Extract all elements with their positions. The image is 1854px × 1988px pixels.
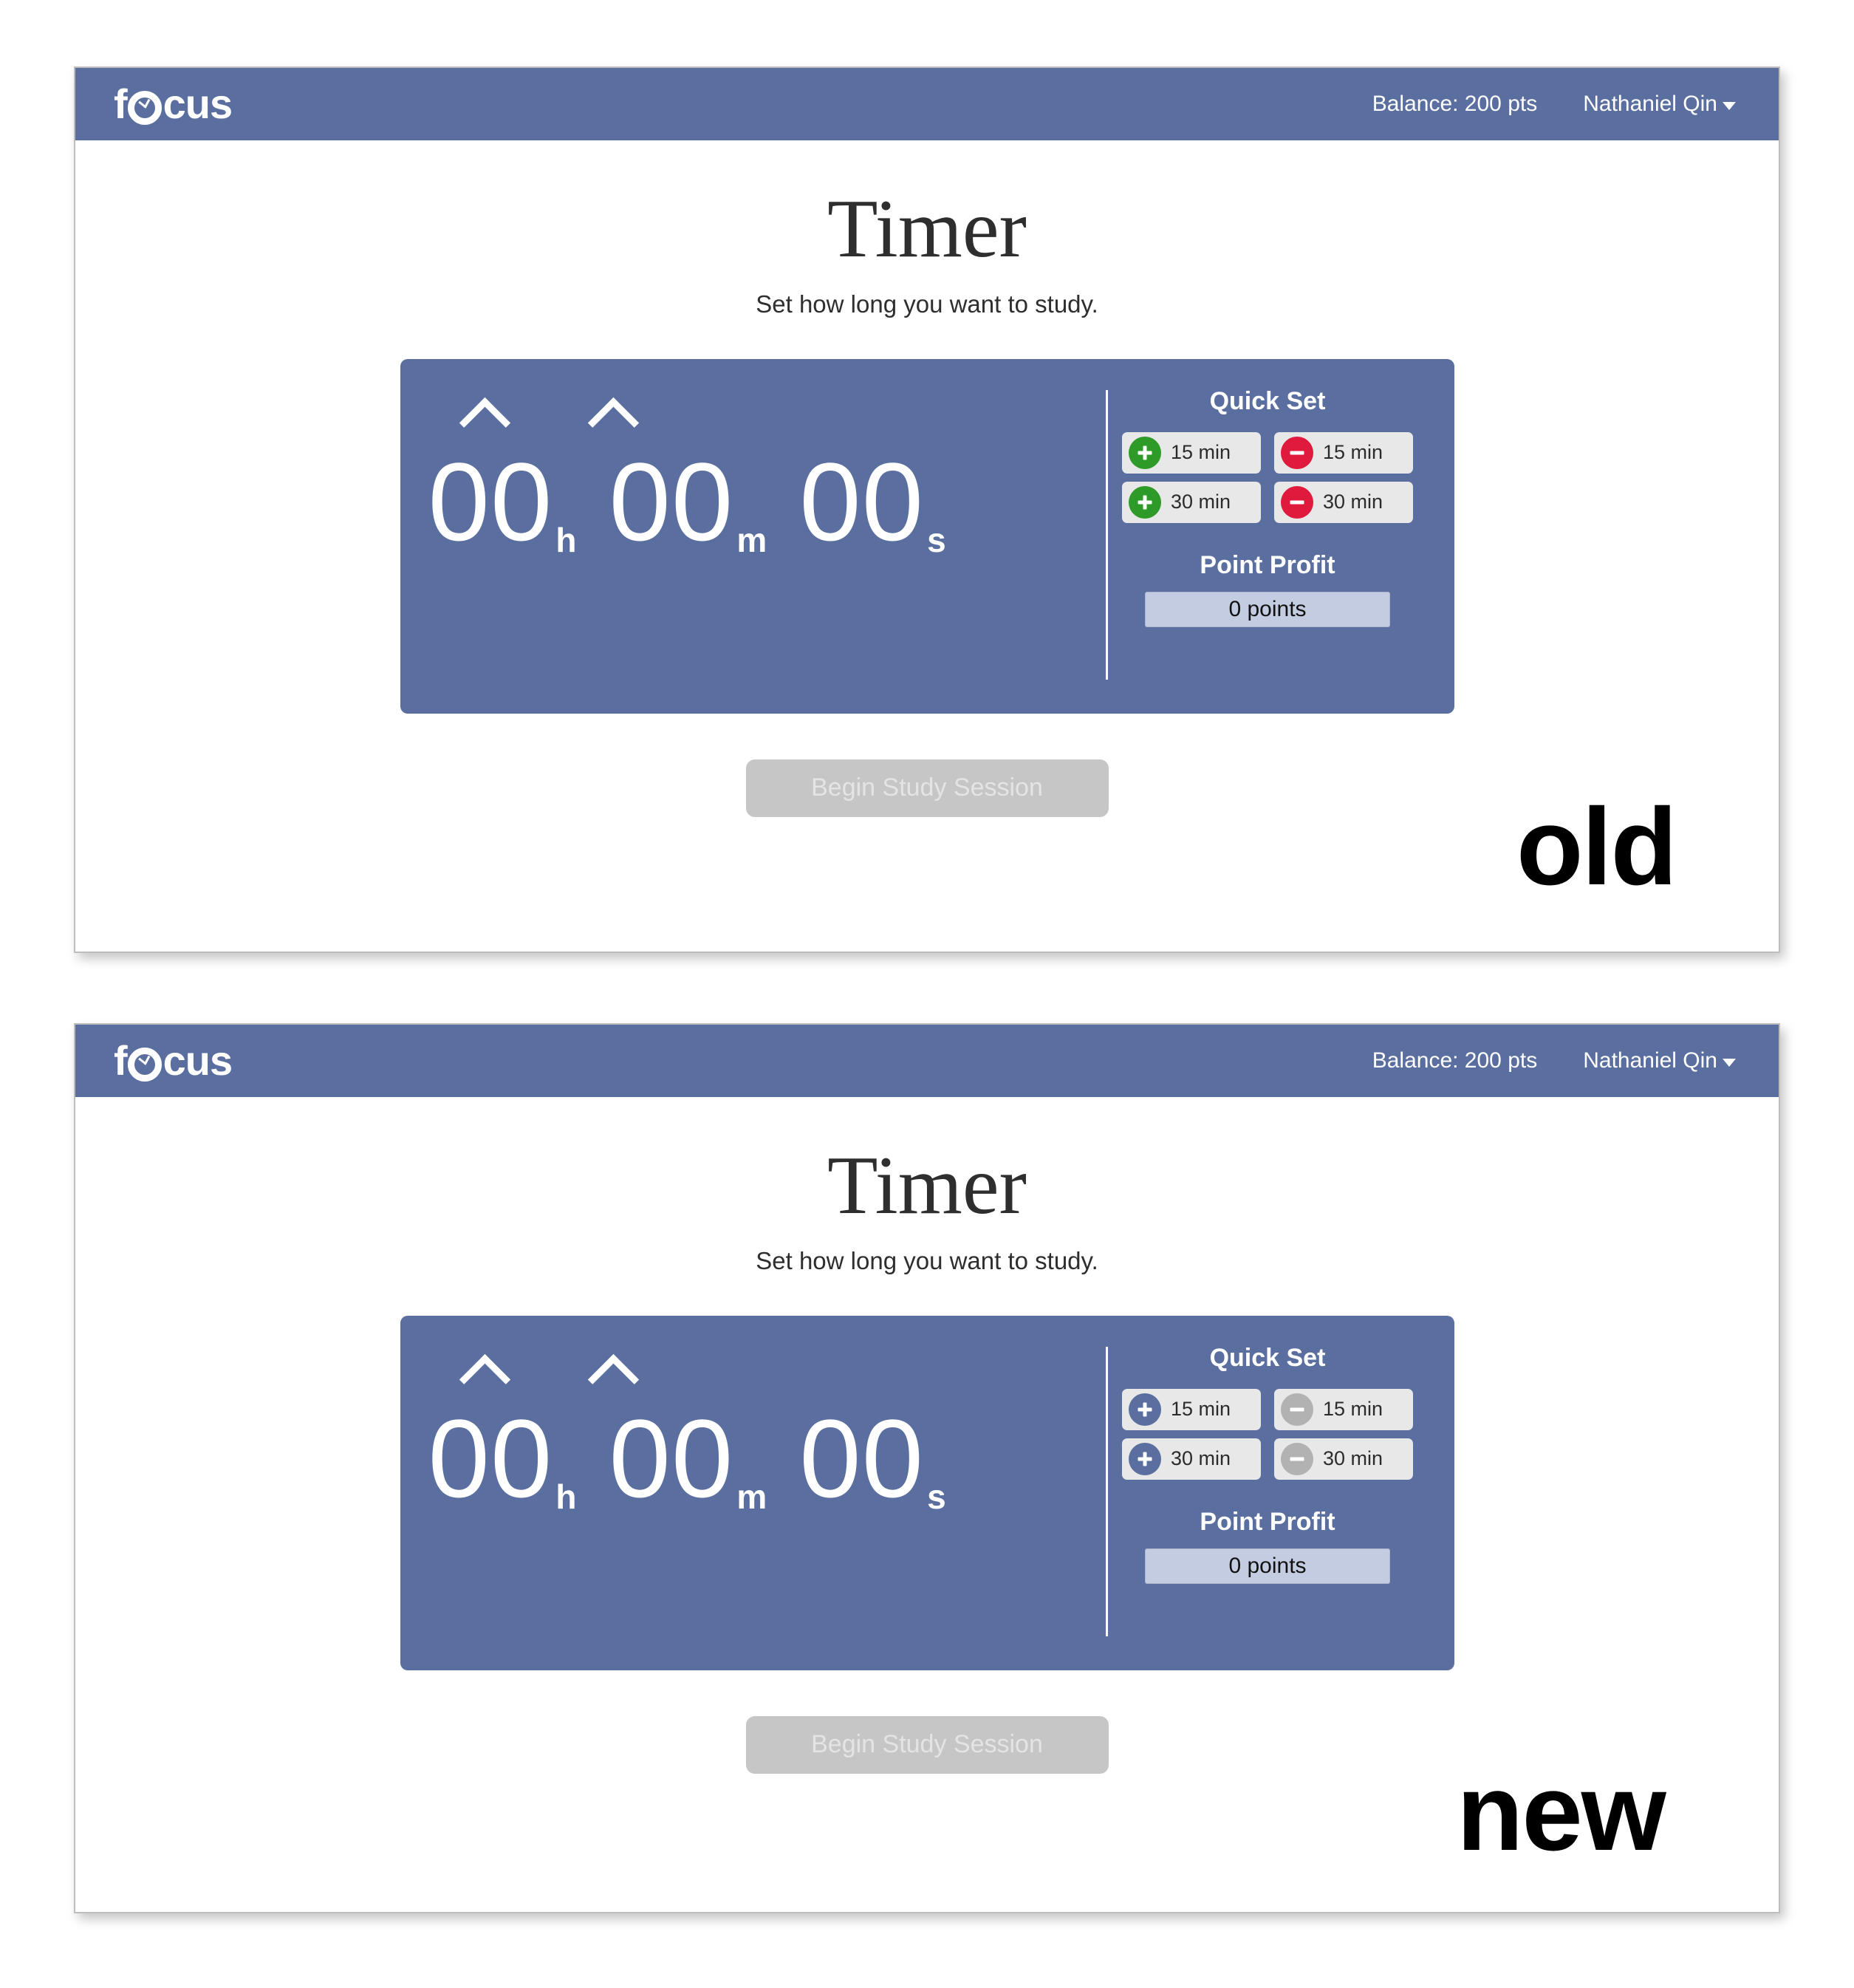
plus-icon	[1129, 1442, 1161, 1475]
minus-icon	[1281, 1393, 1313, 1426]
balance-label: Balance: 200 pts	[1372, 1048, 1538, 1073]
increment-chevrons	[400, 394, 1106, 439]
page-subtitle: Set how long you want to study.	[756, 1246, 1098, 1274]
quick-set-add-30-button[interactable]: 30 min	[1122, 481, 1261, 523]
new-version-label: new	[1457, 1752, 1666, 1873]
quick-set-grid: 15 min 15 min 30 min 30 min	[1122, 1388, 1413, 1480]
point-profit-value: 0 points	[1145, 591, 1390, 627]
seconds-segment[interactable]: 00 s	[799, 1403, 945, 1514]
plus-icon	[1129, 485, 1161, 519]
comparison-stage: f cus Balance: 200 pts Nathaniel Qin Tim…	[0, 0, 1854, 1988]
logo-letters-cus: cus	[163, 81, 233, 127]
minus-icon	[1281, 1442, 1313, 1475]
user-name: Nathaniel Qin	[1583, 1048, 1717, 1073]
timer-card: 00 h 00 m 00 s Quick Set 15 min 15 min 3…	[400, 1315, 1454, 1670]
quick-set-label: 30 min	[1323, 491, 1383, 513]
minutes-segment[interactable]: 00 m	[609, 446, 767, 557]
quick-set-add-30-button[interactable]: 30 min	[1122, 1438, 1261, 1480]
minutes-value: 00	[609, 1396, 734, 1520]
begin-study-session-button[interactable]: Begin Study Session	[745, 1715, 1109, 1774]
plus-icon	[1129, 436, 1161, 469]
focus-logo[interactable]: f cus	[114, 81, 233, 127]
quick-set-label: 30 min	[1323, 1447, 1383, 1470]
time-digits: 00 h 00 m 00 s	[428, 446, 946, 557]
begin-study-session-button[interactable]: Begin Study Session	[745, 759, 1109, 817]
hours-segment[interactable]: 00 h	[428, 446, 577, 557]
logo-letter-f: f	[114, 1037, 128, 1084]
minutes-increment-chevron-up-icon[interactable]	[588, 1351, 635, 1385]
minutes-segment[interactable]: 00 m	[609, 1403, 767, 1514]
logo-letter-f: f	[114, 81, 128, 127]
chevron-down-icon	[1723, 1059, 1736, 1067]
balance-label: Balance: 200 pts	[1372, 92, 1538, 116]
quick-set-subtract-15-button[interactable]: 15 min	[1274, 431, 1413, 474]
page-title: Timer	[827, 183, 1027, 275]
minutes-value: 00	[609, 439, 734, 564]
minus-icon	[1281, 485, 1313, 519]
quick-set-label: 15 min	[1323, 1398, 1383, 1421]
clock-icon	[127, 1047, 162, 1082]
plus-icon	[1129, 1393, 1161, 1426]
page-title: Timer	[827, 1140, 1027, 1232]
navbar-right: Balance: 200 pts Nathaniel Qin	[1372, 92, 1736, 117]
quick-set-label: 30 min	[1171, 491, 1231, 513]
quick-set-add-15-button[interactable]: 15 min	[1122, 1388, 1261, 1430]
quick-set-add-15-button[interactable]: 15 min	[1122, 431, 1261, 474]
hours-value: 00	[428, 1396, 553, 1520]
top-navbar: f cus Balance: 200 pts Nathaniel Qin	[75, 68, 1779, 140]
user-menu[interactable]: Nathaniel Qin	[1583, 92, 1736, 117]
hours-increment-chevron-up-icon[interactable]	[459, 394, 507, 428]
minutes-unit: m	[736, 520, 767, 559]
user-name: Nathaniel Qin	[1583, 92, 1717, 116]
clock-icon	[127, 90, 162, 125]
user-menu[interactable]: Nathaniel Qin	[1583, 1048, 1736, 1073]
quick-set-panel: Quick Set 15 min 15 min 30 min 30 min Po…	[1108, 359, 1454, 714]
logo-letters-cus: cus	[163, 1037, 233, 1084]
quick-set-panel: Quick Set 15 min 15 min 30 min 30 min Po…	[1108, 1316, 1454, 1670]
hours-segment[interactable]: 00 h	[428, 1403, 577, 1514]
hours-increment-chevron-up-icon[interactable]	[459, 1351, 507, 1385]
quick-set-title: Quick Set	[1209, 1343, 1326, 1372]
quick-set-title: Quick Set	[1209, 386, 1326, 415]
top-navbar: f cus Balance: 200 pts Nathaniel Qin	[75, 1025, 1779, 1097]
page-body: Timer Set how long you want to study. 00…	[75, 1097, 1779, 1774]
seconds-segment[interactable]: 00 s	[799, 446, 945, 557]
point-profit-title: Point Profit	[1200, 1507, 1335, 1536]
timer-display: 00 h 00 m 00 s	[400, 359, 1106, 714]
minus-icon	[1281, 436, 1313, 469]
seconds-value: 00	[799, 439, 925, 564]
quick-set-grid: 15 min 15 min 30 min 30 min	[1122, 431, 1413, 523]
chevron-down-icon	[1723, 102, 1736, 110]
quick-set-subtract-30-button[interactable]: 30 min	[1274, 481, 1413, 523]
quick-set-subtract-30-button[interactable]: 30 min	[1274, 1438, 1413, 1480]
hours-unit: h	[555, 520, 577, 559]
minutes-increment-chevron-up-icon[interactable]	[588, 394, 635, 428]
seconds-unit: s	[927, 1477, 946, 1516]
time-digits: 00 h 00 m 00 s	[428, 1403, 946, 1514]
point-profit-title: Point Profit	[1200, 550, 1335, 579]
navbar-right: Balance: 200 pts Nathaniel Qin	[1372, 1048, 1736, 1073]
timer-card: 00 h 00 m 00 s Quick Set 15 min 15 min 3…	[400, 358, 1454, 714]
hours-value: 00	[428, 439, 553, 564]
hours-unit: h	[555, 1477, 577, 1516]
timer-display: 00 h 00 m 00 s	[400, 1316, 1106, 1670]
seconds-unit: s	[927, 520, 946, 559]
seconds-value: 00	[799, 1396, 925, 1520]
increment-chevrons	[400, 1351, 1106, 1396]
quick-set-label: 30 min	[1171, 1447, 1231, 1470]
point-profit-value: 0 points	[1145, 1548, 1390, 1584]
quick-set-subtract-15-button[interactable]: 15 min	[1274, 1388, 1413, 1430]
quick-set-label: 15 min	[1323, 441, 1383, 464]
quick-set-label: 15 min	[1171, 1398, 1231, 1421]
quick-set-label: 15 min	[1171, 441, 1231, 464]
minutes-unit: m	[736, 1477, 767, 1516]
focus-logo[interactable]: f cus	[114, 1037, 233, 1084]
page-body: Timer Set how long you want to study. 00…	[75, 140, 1779, 817]
old-version-label: old	[1516, 786, 1677, 908]
page-subtitle: Set how long you want to study.	[756, 290, 1098, 318]
